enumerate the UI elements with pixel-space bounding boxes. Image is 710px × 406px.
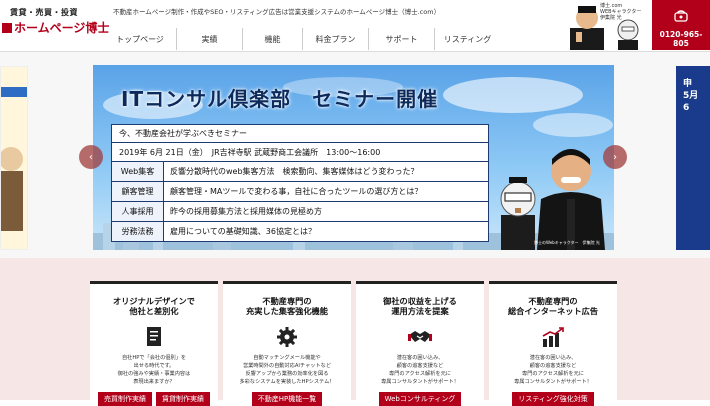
site-header: 賃貸・売買・投資 ホームページ博士 不動産ホームページ制作・作成やSEO・リステ… [0, 0, 710, 52]
topic-label: 労務法務 [112, 222, 164, 241]
logo-main: ホームページ博士 [2, 19, 109, 36]
card-desc-line: 自動マッチングメール機能や [253, 355, 321, 361]
card-title-line: 御社の収益を上げる [383, 296, 457, 306]
card-title-line: 総合インターネット広告 [507, 306, 599, 316]
card-title: 不動産専門の 充実した集客強化機能 [223, 296, 351, 316]
topic-text: 反響分散時代のweb集客方法 検索動向、集客媒体はどう変わった？ [170, 167, 419, 176]
feature-card: 不動産専門の 充実した集客強化機能 自動マッチングメール機能や 営業時間外の自動… [223, 281, 351, 406]
nav-top[interactable]: トップページ [104, 28, 176, 50]
professor-character [500, 177, 536, 250]
card-buttons: 売買制作実績 賃貸制作実績 [90, 392, 218, 406]
nav-pricing[interactable]: 料金プラン [302, 28, 368, 50]
card-description: 自社HPで「会社の個別」を 出せる時代です。 御社の強みや実績・事業内容は 表現… [100, 354, 208, 386]
document-icon [147, 327, 161, 346]
card-title-line: 他社と差別化 [129, 306, 179, 316]
prev-slide-peek[interactable] [0, 66, 28, 250]
nav-support[interactable]: サポート [368, 28, 434, 50]
topic-text: 顧客管理・MAツールで変わる事，自社に合ったツールの選び方とは？ [170, 187, 423, 196]
card-title: 不動産専門の 総合インターネット広告 [489, 296, 617, 316]
card-desc-line: 専門のアクセス解析を元に [522, 371, 584, 377]
card-buttons: リスティング強化対策 [489, 392, 617, 406]
seminar-intro: 今、不動産会社が学ぶべきセミナー [111, 124, 489, 143]
next-slide-text: 申 5月 6 [683, 78, 698, 114]
topic-text: 昨今の採用募集方法と採用媒体の見極め方 [170, 207, 322, 216]
seminar-info-table: 今、不動産会社が学ぶべきセミナー 2019年 6月 21日（金） JR吉祥寺駅 … [111, 124, 489, 242]
presenter-photo [537, 149, 605, 250]
card-desc-line: 専門のアクセス解析を元に [389, 371, 451, 377]
feature-card: 御社の収益を上げる 運用方法を提案 潜在客の囲い込み、 顧客の追客支援など 専門… [356, 281, 484, 406]
card-desc-line: 多彩なシステムを実装したHPシステム！ [239, 379, 335, 385]
caption-line: 伊集院 光 [600, 15, 622, 21]
global-nav: トップページ 実績 機能 料金プラン サポート リスティング [104, 28, 500, 50]
site-logo[interactable]: 賃貸・売買・投資 ホームページ博士 [2, 5, 109, 45]
topic-label: 人事採用 [112, 202, 164, 221]
seminar-topic-row: 人事採用 昨今の採用募集方法と採用媒体の見極め方 [111, 202, 489, 222]
listing-button[interactable]: リスティング強化対策 [512, 392, 594, 406]
card-desc-line: 営業時間外の自動対応AIチャットなど [242, 363, 332, 369]
card-desc-line: 潜在客の囲い込み、 [396, 355, 444, 361]
seminar-topic-row: 労務法務 雇用についての基礎知識、36協定とは？ [111, 222, 489, 242]
card-desc-line: 自社HPで「会社の個別」を [121, 355, 187, 361]
card-desc-line: 反響アップから業務の効率化を図る [245, 371, 329, 377]
seminar-date-place: 2019年 6月 21日（金） JR吉祥寺駅 武蔵野商工会議所 13:00～16… [111, 143, 489, 162]
chevron-left-icon: ‹ [89, 151, 93, 163]
topic-text: 雇用についての基礎知識、36協定とは？ [170, 227, 316, 236]
logo-mark-icon [2, 23, 12, 33]
prev-slide-illustration [1, 67, 27, 249]
card-title: オリジナルデザインで 他社と差別化 [90, 296, 218, 316]
handshake-icon [408, 331, 432, 342]
card-desc-line: 出せる時代です。 [133, 363, 175, 369]
rental-works-button[interactable]: 賃貸制作実績 [156, 392, 210, 406]
card-description: 自動マッチングメール機能や 営業時間外の自動対応AIチャットなど 反響アップから… [233, 354, 341, 386]
features-list-button[interactable]: 不動産HP機能一覧 [251, 392, 323, 406]
card-desc-line: 専属コンサルタントがサポート！ [514, 379, 592, 385]
banner-credit: 博士のWebキャラクター 伊集院 光 [534, 240, 600, 245]
card-desc-line: 表現出来ますか？ [133, 379, 175, 385]
card-desc-line: 潜在客の囲い込み、 [529, 355, 577, 361]
phone-icon [674, 10, 688, 22]
chevron-right-icon: › [613, 151, 617, 163]
next-slide-line: 6 [683, 103, 690, 113]
card-description: 潜在客の囲い込み、 顧客の追客支援など 専門のアクセス解析を元に 専属コンサルタ… [366, 354, 474, 386]
card-description: 潜在客の囲い込み、 顧客の追客支援など 専門のアクセス解析を元に 専属コンサルタ… [499, 354, 607, 386]
gear-icon [277, 327, 297, 347]
nav-listing[interactable]: リスティング [434, 28, 500, 50]
seminar-topic-row: Web集客 反響分散時代のweb集客方法 検索動向、集客媒体はどう変わった？ [111, 162, 489, 182]
logo-sub: 賃貸・売買・投資 [10, 8, 78, 17]
card-title-line: 充実した集客強化機能 [246, 306, 328, 316]
slider-next-button[interactable]: › [603, 145, 627, 169]
phone-contact[interactable]: 0120-965-805 [652, 0, 710, 50]
character-caption: 博士.com WEBキャラクター 伊集院 光 [600, 3, 641, 21]
card-title-line: 運用方法を提案 [391, 306, 449, 316]
web-consulting-button[interactable]: Webコンサルティング [378, 392, 462, 406]
logo-main-text: ホームページ博士 [14, 21, 110, 35]
next-slide-line: 申 [683, 79, 693, 89]
topic-label: Web集客 [112, 162, 164, 181]
card-title: 御社の収益を上げる 運用方法を提案 [356, 296, 484, 316]
feature-card: オリジナルデザインで 他社と差別化 自社HPで「会社の個別」を 出せる時代です。… [90, 281, 218, 406]
phone-number: 0120-965-805 [659, 30, 703, 48]
card-desc-line: 御社の強みや実績・事業内容は [117, 371, 191, 377]
next-slide-peek[interactable]: 申 5月 6 [676, 66, 710, 250]
seminar-banner[interactable]: ITコンサル倶楽部 セミナー開催 今、不動産会社が学ぶべきセミナー 2019年 … [93, 65, 614, 250]
card-desc-line: 顧客の追客支援など [396, 363, 444, 369]
card-title-line: 不動産専門の [262, 296, 312, 306]
sales-works-button[interactable]: 売買制作実績 [98, 392, 152, 406]
card-buttons: 不動産HP機能一覧 [223, 392, 351, 406]
slider-prev-button[interactable]: ‹ [79, 145, 103, 169]
topic-label: 顧客管理 [112, 182, 164, 201]
card-title-line: 不動産専門の [528, 296, 578, 306]
header-tagline: 不動産ホームページ制作・作成やSEO・リスティング広告は営業支援システムのホーム… [113, 8, 441, 16]
card-title-line: オリジナルデザインで [113, 296, 195, 306]
feature-card: 不動産専門の 総合インターネット広告 潜在客の囲い込み、 顧客の追客支援など 専… [489, 281, 617, 406]
nav-features[interactable]: 機能 [242, 28, 302, 50]
banner-title: ITコンサル倶楽部 セミナー開催 [121, 87, 439, 111]
next-slide-line: 5月 [683, 91, 699, 101]
card-desc-line: 専属コンサルタントがサポート！ [381, 379, 459, 385]
chart-icon [542, 327, 564, 347]
card-desc-line: 顧客の追客支援など [529, 363, 577, 369]
card-buttons: Webコンサルティング [356, 392, 484, 406]
nav-works[interactable]: 実績 [176, 28, 242, 50]
seminar-topic-row: 顧客管理 顧客管理・MAツールで変わる事，自社に合ったツールの選び方とは？ [111, 182, 489, 202]
